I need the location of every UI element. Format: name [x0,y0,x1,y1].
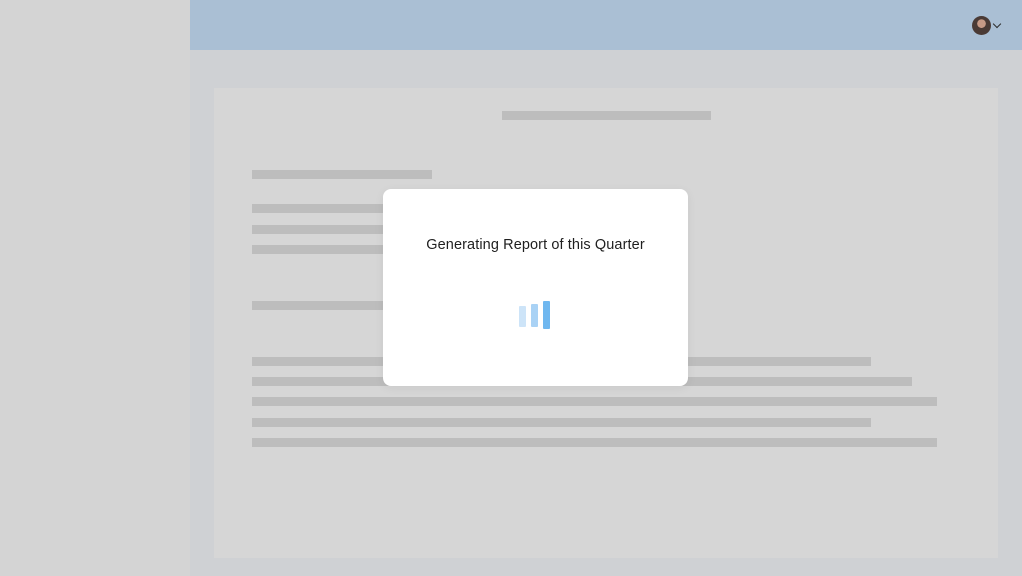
chevron-down-icon [992,19,1002,28]
report-loading-dialog: Generating Report of this Quarter [383,189,688,386]
top-bar [190,0,1022,51]
avatar [972,15,991,35]
loading-bars-icon [519,299,551,329]
skeleton-line [252,204,392,213]
profile-menu-button[interactable] [972,14,1002,36]
dialog-title: Generating Report of this Quarter [426,237,645,253]
skeleton-title [502,111,711,120]
skeleton-line [252,397,937,406]
skeleton-line [252,245,392,254]
skeleton-line [252,438,937,447]
loader-bar [531,304,538,327]
skeleton-line [252,418,871,427]
loader-bar [543,301,550,329]
sidebar [0,0,190,576]
skeleton-line [252,225,392,234]
loader-bar [519,306,526,327]
skeleton-line [252,301,392,310]
skeleton-heading [252,170,432,179]
